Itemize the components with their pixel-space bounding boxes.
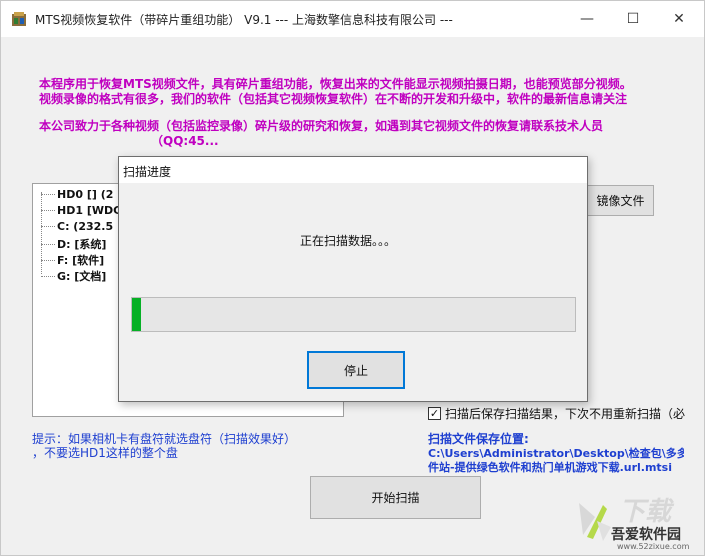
tip-line-2: ，不要选HD1这样的整个盘	[32, 446, 178, 460]
dialog-title-bar: 扫描进度	[119, 157, 587, 183]
scan-progress-bar	[131, 297, 576, 332]
progress-fill	[132, 298, 141, 331]
tree-item-label: G: [文档]	[57, 270, 107, 283]
stop-button-label: 停止	[343, 363, 368, 378]
save-path-line-2: 件站-提供绿色软件和热门单机游戏下载.url.mtsi	[428, 461, 672, 474]
save-results-label: 扫描后保存扫描结果，下次不用重新扫描（必	[445, 407, 686, 421]
tree-item-label: C: (232.5	[57, 220, 114, 233]
save-results-checkbox[interactable]: ✓	[428, 407, 441, 420]
intro-line-2: 视频录像的格式有很多，我们的软件（包括其它视频恢复软件）在不断的开发和升级中，软…	[39, 92, 628, 106]
minimize-icon: —	[580, 11, 594, 27]
scan-status-message: 正在扫描数据。。。	[300, 234, 397, 248]
tree-item-hd0[interactable]: HD0 [] (2	[41, 188, 113, 201]
close-icon: ✕	[673, 11, 685, 27]
tree-item-label: F: [软件]	[57, 254, 105, 267]
watermark-logo-icon	[579, 503, 611, 541]
watermark-big-text: 下载	[619, 497, 672, 527]
watermark: 下载 吾爱软件园 www.52zixue.com	[571, 491, 701, 551]
title-bar: MTS视频恢复软件（带碎片重组功能） V9.1 --- 上海数擎信息科技有限公司…	[1, 1, 704, 37]
watermark-url: www.52zixue.com	[617, 542, 690, 551]
minimize-button[interactable]: —	[564, 1, 610, 37]
tree-item-d[interactable]: D: [系统]	[41, 236, 106, 252]
dialog-title: 扫描进度	[123, 165, 172, 179]
stop-button[interactable]: 停止	[307, 351, 405, 389]
intro-line-4: （QQ:45...	[151, 134, 219, 148]
close-button[interactable]: ✕	[656, 1, 702, 37]
scan-progress-dialog: 扫描进度 正在扫描数据。。。 停止	[118, 156, 588, 402]
checkmark-icon: ✓	[429, 407, 440, 420]
app-icon	[12, 12, 26, 26]
tree-item-f[interactable]: F: [软件]	[41, 252, 104, 268]
tree-item-label: HD0 [] (2	[57, 188, 114, 201]
main-window: MTS视频恢复软件（带碎片重组功能） V9.1 --- 上海数擎信息科技有限公司…	[0, 0, 705, 556]
tree-item-hd1[interactable]: HD1 [WDC	[41, 204, 121, 217]
start-scan-label: 开始扫描	[371, 491, 420, 505]
tree-item-g[interactable]: G: [文档]	[41, 268, 106, 284]
intro-line-3: 本公司致力于各种视频（包括监控录像）碎片级的研究和恢复，如遇到其它视频文件的恢复…	[39, 119, 604, 133]
watermark-name: 吾爱软件园	[611, 527, 681, 543]
tree-item-label: HD1 [WDC	[57, 204, 122, 217]
maximize-icon: ☐	[626, 11, 640, 27]
window-title: MTS视频恢复软件（带碎片重组功能） V9.1 --- 上海数擎信息科技有限公司…	[35, 13, 453, 27]
tree-item-c[interactable]: C: (232.5	[41, 220, 113, 233]
maximize-button[interactable]: ☐	[610, 1, 656, 37]
save-results-option[interactable]: ✓ 扫描后保存扫描结果，下次不用重新扫描（必	[428, 405, 685, 422]
start-scan-button[interactable]: 开始扫描	[310, 476, 481, 519]
tree-item-label: D: [系统]	[57, 238, 107, 251]
